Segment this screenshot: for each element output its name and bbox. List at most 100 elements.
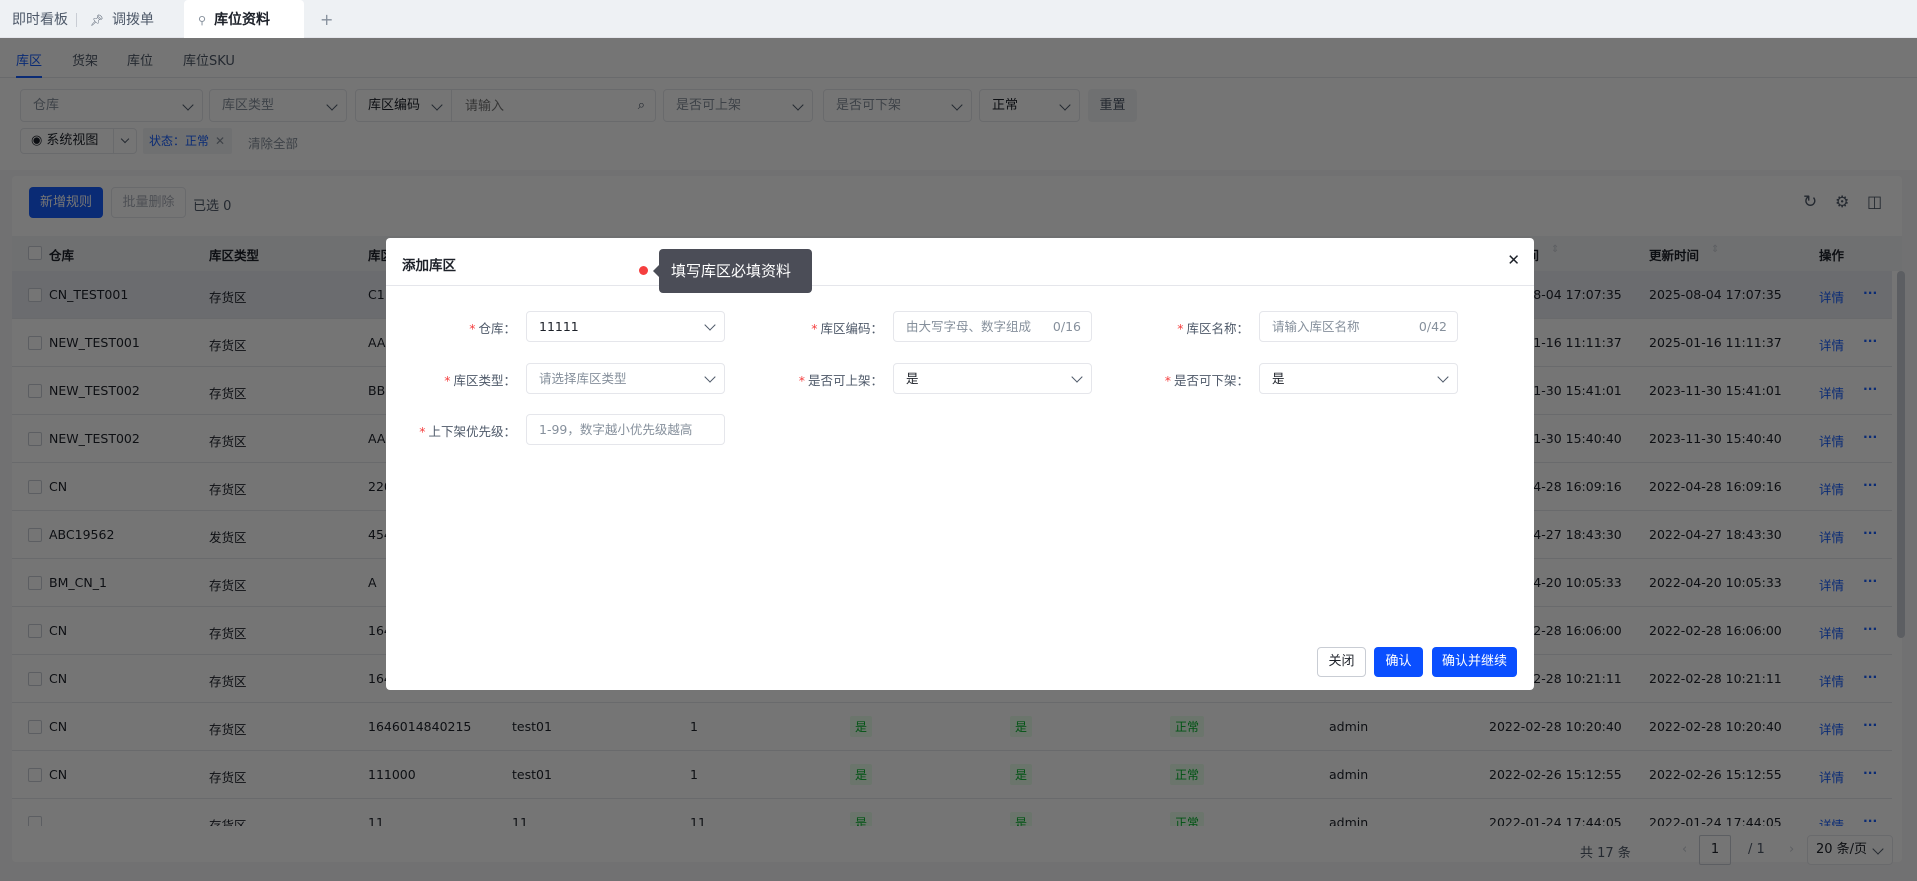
more-icon[interactable]: ···: [1863, 765, 1877, 780]
confirm-button[interactable]: 确认: [1374, 647, 1423, 677]
more-icon[interactable]: ···: [1863, 381, 1877, 396]
detail-link[interactable]: 详情: [1819, 623, 1844, 642]
refresh-icon[interactable]: ↻: [1803, 192, 1817, 212]
more-icon[interactable]: ···: [1863, 717, 1877, 732]
detail-link[interactable]: 详情: [1819, 335, 1844, 354]
next-page-icon[interactable]: ›: [1789, 842, 1794, 857]
sort-icon[interactable]: ⇕: [1711, 244, 1719, 255]
more-icon[interactable]: ···: [1863, 525, 1877, 540]
table-cell: admin: [1329, 719, 1369, 734]
reset-button[interactable]: 重置: [1088, 89, 1137, 122]
table-cell: A: [368, 575, 377, 590]
table-cell: 是: [1010, 764, 1033, 785]
subtab-zone[interactable]: 库区: [16, 50, 43, 78]
select-all-checkbox[interactable]: [28, 246, 42, 260]
page-input[interactable]: 1: [1699, 835, 1731, 865]
detail-link[interactable]: 详情: [1819, 671, 1844, 690]
row-checkbox[interactable]: [28, 576, 42, 590]
subtab-location[interactable]: 库位: [127, 50, 153, 69]
row-checkbox[interactable]: [28, 816, 42, 826]
more-icon[interactable]: ···: [1863, 669, 1877, 684]
prev-page-icon[interactable]: ‹: [1682, 842, 1687, 857]
batch-delete-button[interactable]: 批量删除: [111, 187, 186, 218]
settings-icon[interactable]: ⚙: [1835, 192, 1849, 211]
field-input[interactable]: 请输入库区名称 0/42: [1259, 311, 1458, 342]
tab-transfer-order[interactable]: 📌︎ 调拨单: [90, 0, 154, 38]
more-icon[interactable]: ···: [1863, 621, 1877, 636]
detail-link[interactable]: 详情: [1819, 815, 1844, 826]
detail-link[interactable]: 详情: [1819, 719, 1844, 738]
more-icon[interactable]: ···: [1863, 813, 1877, 826]
table-row[interactable]: CN 存货区 1646014840215 test01 1 是 是 正常 admin 2022-0…: [12, 703, 1892, 751]
detail-link[interactable]: 详情: [1819, 383, 1844, 402]
table-cell: 存货区: [209, 290, 247, 305]
zone-code-input[interactable]: [453, 90, 623, 121]
row-checkbox[interactable]: [28, 672, 42, 686]
page-size-select[interactable]: 20 条/页: [1807, 835, 1893, 865]
close-icon[interactable]: ✕: [1507, 251, 1520, 269]
chevron-down-icon: [704, 319, 716, 331]
table-cell: 1646014840215: [368, 719, 472, 734]
row-checkbox[interactable]: [28, 384, 42, 398]
zone-type-select[interactable]: 库区类型: [209, 89, 347, 122]
field-input[interactable]: 由大写字母、数字组成 0/16: [893, 311, 1092, 342]
field-select[interactable]: 请选择库区类型: [526, 363, 725, 394]
sort-icon[interactable]: ⇕: [1551, 244, 1559, 255]
field-label: 库区编码: [368, 98, 421, 113]
column-header[interactable]: 更新时间: [1649, 245, 1699, 264]
table-row[interactable]: CN 存货区 111000 test01 1 是 是 正常 admin 2022-02-26 15…: [12, 751, 1892, 799]
warehouse-select[interactable]: 仓库: [20, 89, 203, 122]
status-tag: 是: [850, 716, 873, 737]
scrollbar[interactable]: [1897, 271, 1905, 638]
tab-location-data[interactable]: ⚲ 库位资料: [184, 0, 304, 38]
table-cell: C1: [368, 287, 385, 302]
hint-tooltip: 填写库区必填资料: [653, 249, 812, 293]
detail-link[interactable]: 详情: [1819, 575, 1844, 594]
field-select[interactable]: 11111: [526, 311, 725, 342]
field-input[interactable]: 1-99，数字越小优先级越高: [526, 414, 725, 445]
close-button[interactable]: 关闭: [1317, 647, 1366, 677]
columns-icon[interactable]: ◫: [1867, 192, 1882, 211]
detail-link[interactable]: 详情: [1819, 767, 1844, 786]
subtab-shelf[interactable]: 货架: [72, 50, 98, 69]
table-cell: CN: [49, 719, 68, 734]
close-icon[interactable]: ✕: [215, 134, 225, 148]
row-checkbox[interactable]: [28, 528, 42, 542]
row-checkbox[interactable]: [28, 480, 42, 494]
can-shelve-select[interactable]: 是否可上架: [663, 89, 813, 122]
table-cell: 是: [850, 764, 873, 785]
more-icon[interactable]: ···: [1863, 429, 1877, 444]
row-checkbox[interactable]: [28, 624, 42, 638]
detail-link[interactable]: 详情: [1819, 527, 1844, 546]
field-select[interactable]: 是: [893, 363, 1092, 394]
can-unshelve-select[interactable]: 是否可下架: [823, 89, 972, 122]
clear-all-link[interactable]: 清除全部: [248, 133, 298, 152]
more-icon[interactable]: ···: [1863, 285, 1877, 300]
table-row[interactable]: 存货区 11 11 11 是 是 正常 admin 2022-01-24 17:44:05 202…: [12, 799, 1892, 826]
table-cell: CN: [49, 767, 68, 782]
view-select[interactable]: ◉ 系统视图: [20, 128, 137, 154]
detail-link[interactable]: 详情: [1819, 287, 1844, 306]
add-rule-button[interactable]: 新增规则: [29, 187, 103, 218]
add-tab-button[interactable]: +: [320, 0, 333, 38]
status-select[interactable]: 正常: [979, 89, 1080, 122]
subtab-location-sku[interactable]: 库位SKU: [183, 50, 235, 69]
detail-link[interactable]: 详情: [1819, 431, 1844, 450]
row-checkbox[interactable]: [28, 336, 42, 350]
row-checkbox[interactable]: [28, 288, 42, 302]
view-label: 系统视图: [46, 133, 99, 148]
row-checkbox[interactable]: [28, 768, 42, 782]
filter-bar: 仓库 库区类型 库区编码 ⌕ 是否可上架 是否可下架 正常 重置 ◉系统视图 状…: [0, 78, 1917, 170]
field-select[interactable]: 是: [1259, 363, 1458, 394]
search-field-select[interactable]: 库区编码: [356, 90, 452, 121]
confirm-continue-button[interactable]: 确认并继续: [1432, 647, 1517, 677]
row-checkbox[interactable]: [28, 720, 42, 734]
tab-dashboard[interactable]: 即时看板: [12, 0, 68, 38]
table-cell: 存货区: [209, 674, 247, 689]
more-icon[interactable]: ···: [1863, 477, 1877, 492]
search-icon[interactable]: ⌕: [638, 90, 645, 121]
row-checkbox[interactable]: [28, 432, 42, 446]
more-icon[interactable]: ···: [1863, 333, 1877, 348]
detail-link[interactable]: 详情: [1819, 479, 1844, 498]
more-icon[interactable]: ···: [1863, 573, 1877, 588]
